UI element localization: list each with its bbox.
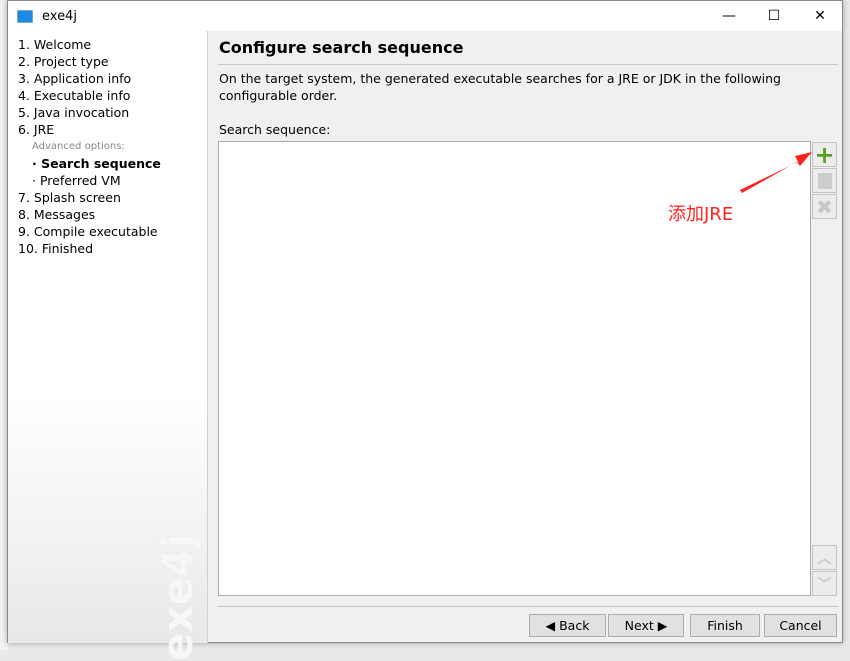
annotation-arrow <box>740 152 812 193</box>
annotation-text: 添加JRE <box>668 204 734 225</box>
